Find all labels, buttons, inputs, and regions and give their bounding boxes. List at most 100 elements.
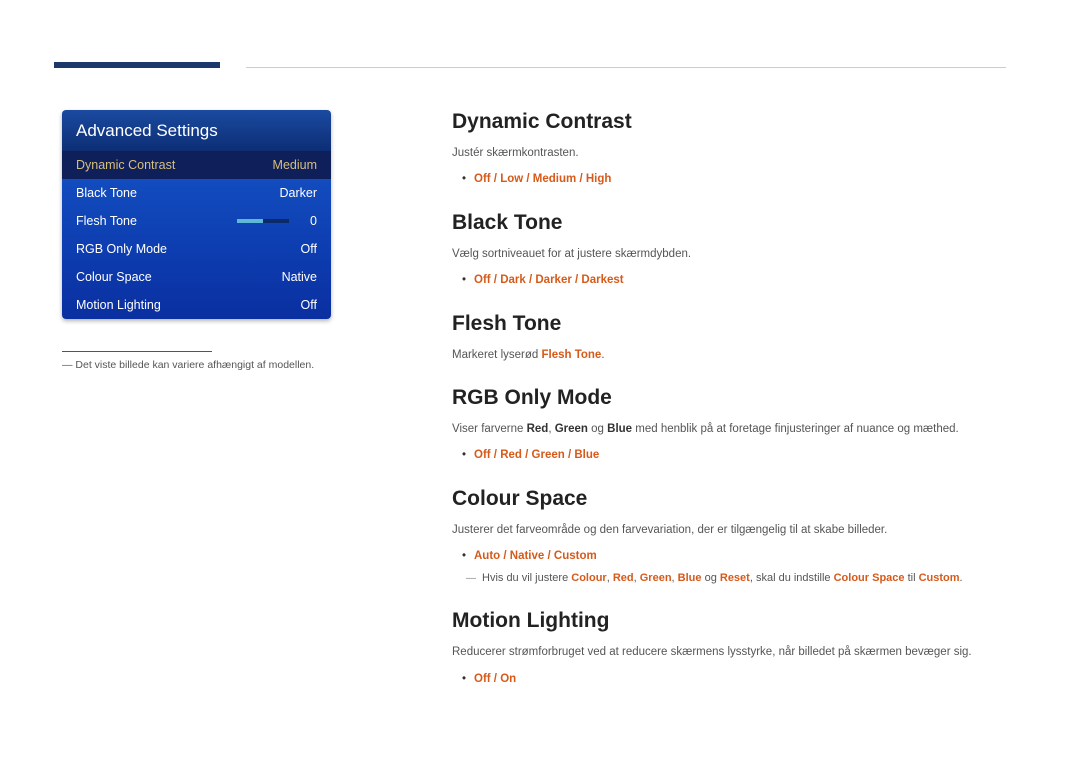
left-column: Advanced Settings Dynamic Contrast Mediu…	[62, 110, 392, 710]
sep: /	[500, 550, 510, 562]
osd-label: Motion Lighting	[76, 298, 299, 312]
osd-value: Off	[299, 298, 317, 312]
section-desc: Justér skærmkontrasten.	[452, 144, 1006, 162]
sep: /	[491, 173, 501, 185]
osd-row-colour-space[interactable]: Colour Space Native	[62, 263, 331, 291]
section-flesh-tone: Flesh Tone Markeret lyserød Flesh Tone.	[452, 312, 1006, 364]
section-desc: Viser farverne Red, Green og Blue med he…	[452, 420, 1006, 438]
opt: Native	[510, 550, 545, 562]
footnote-text: ― Det viste billede kan variere afhængig…	[62, 358, 392, 374]
osd-row-black-tone[interactable]: Black Tone Darker	[62, 179, 331, 207]
osd-row-flesh-tone[interactable]: Flesh Tone 0	[62, 207, 331, 235]
section-title: Flesh Tone	[452, 312, 1006, 336]
section-title: Black Tone	[452, 211, 1006, 235]
section-title: RGB Only Mode	[452, 386, 1006, 410]
note-text: , skal du indstille	[750, 572, 834, 584]
option-list: Off / Red / Green / Blue	[452, 446, 1006, 464]
desc-bold: Red	[527, 423, 549, 435]
option-list: Auto / Native / Custom	[452, 547, 1006, 565]
section-motion-lighting: Motion Lighting Reducerer strømforbruget…	[452, 609, 1006, 688]
osd-value: 0	[299, 214, 317, 228]
note-bold: Colour Space	[834, 572, 905, 584]
header-tab-indicator	[54, 62, 220, 68]
opt: Auto	[474, 550, 500, 562]
section-desc: Justerer det farveområde og den farvevar…	[452, 521, 1006, 539]
option-list: Off / Low / Medium / High	[452, 170, 1006, 188]
right-column: Dynamic Contrast Justér skærmkontrasten.…	[392, 110, 1006, 710]
note-text: til	[905, 572, 919, 584]
opt: Red	[500, 449, 522, 461]
opt: Medium	[533, 173, 576, 185]
sep: /	[523, 173, 533, 185]
sep: /	[522, 449, 532, 461]
option-list: Off / On	[452, 670, 1006, 688]
note-bold: Reset	[720, 572, 750, 584]
section-note: Hvis du vil justere Colour, Red, Green, …	[452, 570, 1006, 588]
sep: /	[565, 449, 575, 461]
section-black-tone: Black Tone Vælg sortniveauet for at just…	[452, 211, 1006, 290]
note-text: Hvis du vil justere	[482, 572, 571, 584]
opt: Custom	[554, 550, 597, 562]
note-text: og	[702, 572, 720, 584]
osd-body: Dynamic Contrast Medium Black Tone Darke…	[62, 151, 331, 319]
opt: Off	[474, 673, 491, 685]
osd-label: Dynamic Contrast	[76, 158, 273, 172]
note-bold: Blue	[678, 572, 702, 584]
desc-highlight: Flesh Tone	[541, 349, 601, 361]
footnote-rule	[62, 351, 212, 352]
osd-panel: Advanced Settings Dynamic Contrast Mediu…	[62, 110, 331, 319]
osd-row-dynamic-contrast[interactable]: Dynamic Contrast Medium	[62, 151, 331, 179]
option-list: Off / Dark / Darker / Darkest	[452, 271, 1006, 289]
osd-slider	[237, 219, 289, 223]
opt: High	[586, 173, 612, 185]
desc-text: Viser farverne	[452, 423, 527, 435]
sep: /	[491, 673, 501, 685]
osd-value: Medium	[273, 158, 317, 172]
section-desc: Vælg sortniveauet for at justere skærmdy…	[452, 245, 1006, 263]
section-desc: Reducerer strømforbruget ved at reducere…	[452, 643, 1006, 661]
desc-text: og	[588, 423, 607, 435]
sep: /	[576, 173, 586, 185]
sep: /	[544, 550, 554, 562]
osd-row-motion-lighting[interactable]: Motion Lighting Off	[62, 291, 331, 319]
section-desc: Markeret lyserød Flesh Tone.	[452, 346, 1006, 364]
osd-label: Flesh Tone	[76, 214, 237, 228]
note-bold: Green	[640, 572, 672, 584]
opt: Dark	[500, 274, 526, 286]
note-bold: Custom	[919, 572, 960, 584]
section-rgb-only-mode: RGB Only Mode Viser farverne Red, Green …	[452, 386, 1006, 465]
opt: Darkest	[581, 274, 623, 286]
osd-label: Colour Space	[76, 270, 282, 284]
sep: /	[572, 274, 582, 286]
osd-label: Black Tone	[76, 186, 279, 200]
desc-bold: Blue	[607, 423, 632, 435]
osd-value: Darker	[279, 186, 317, 200]
opt: Blue	[574, 449, 599, 461]
section-dynamic-contrast: Dynamic Contrast Justér skærmkontrasten.…	[452, 110, 1006, 189]
opt: Off	[474, 449, 491, 461]
opt: Off	[474, 274, 491, 286]
note-text: .	[960, 572, 963, 584]
desc-text: .	[601, 349, 604, 361]
sep: /	[491, 274, 501, 286]
desc-bold: Green	[555, 423, 588, 435]
sep: /	[491, 449, 501, 461]
opt: Off	[474, 173, 491, 185]
note-bold: Colour	[571, 572, 606, 584]
opt: Darker	[535, 274, 571, 286]
note-bold: Red	[613, 572, 634, 584]
osd-title: Advanced Settings	[62, 110, 331, 151]
osd-value: Native	[282, 270, 317, 284]
header-rule	[246, 67, 1006, 68]
section-colour-space: Colour Space Justerer det farveområde og…	[452, 487, 1006, 587]
osd-row-rgb-only-mode[interactable]: RGB Only Mode Off	[62, 235, 331, 263]
osd-value: Off	[299, 242, 317, 256]
desc-text: med henblik på at foretage finjusteringe…	[632, 423, 959, 435]
opt: Green	[532, 449, 565, 461]
desc-text: Markeret lyserød	[452, 349, 541, 361]
section-title: Dynamic Contrast	[452, 110, 1006, 134]
section-title: Motion Lighting	[452, 609, 1006, 633]
opt: On	[500, 673, 516, 685]
sep: /	[526, 274, 536, 286]
opt: Low	[500, 173, 523, 185]
